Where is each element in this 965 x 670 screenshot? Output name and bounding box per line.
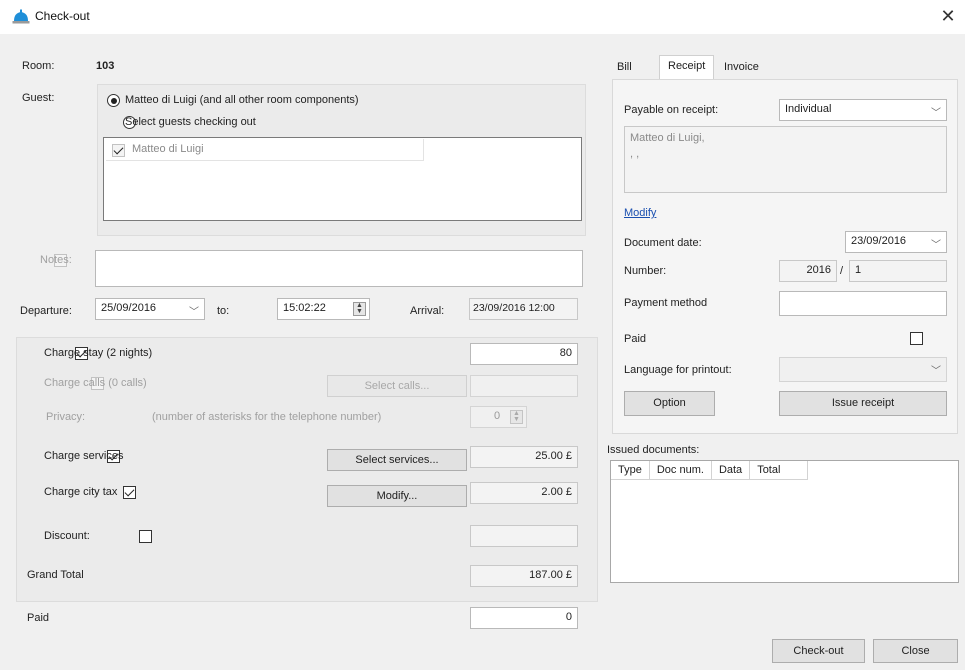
window-title: Check-out [35, 9, 90, 23]
payment-method-field[interactable] [779, 291, 947, 316]
option-button[interactable]: Option [624, 391, 715, 416]
radio-all-guests[interactable] [107, 94, 120, 107]
guest-name: Matteo di Luigi [132, 143, 204, 155]
payee-line-2: , , [630, 148, 640, 160]
chevron-down-icon: ﹀ [189, 307, 199, 318]
list-item[interactable]: Matteo di Luigi [106, 139, 424, 161]
charge-calls-field [470, 375, 578, 397]
charge-city-tax-field: 2.00 £ [470, 482, 578, 504]
receipt-paid-label: Paid [624, 333, 647, 345]
privacy-stepper[interactable]: 0 ▲ ▼ [470, 406, 527, 428]
time-spinner-icon[interactable]: ▲ ▼ [353, 302, 366, 316]
room-value: 103 [96, 60, 115, 72]
privacy-label: Privacy: [46, 411, 86, 423]
charge-stay-label: Charge stay (2 nights) [44, 347, 153, 359]
number-label: Number: [624, 265, 667, 277]
charge-services-field: 25.00 £ [470, 446, 578, 468]
grand-total-label: Grand Total [27, 569, 84, 581]
check-out-button[interactable]: Check-out [772, 639, 865, 663]
chevron-down-icon: ﹀ [931, 240, 941, 251]
discount-checkbox[interactable] [139, 530, 153, 543]
charge-calls-label: Charge calls (0 calls) [44, 377, 147, 389]
language-select[interactable]: ﹀ [779, 357, 947, 382]
privacy-hint: (number of asterisks for the telephone n… [152, 411, 382, 423]
departure-time: 15:02:22 [283, 302, 326, 314]
modify-link[interactable]: Modify [624, 207, 656, 219]
tab-bill[interactable]: Bill [609, 57, 640, 79]
departure-time-field[interactable]: 15:02:22 ▲ ▼ [277, 298, 370, 320]
charge-city-tax-checkbox[interactable] [123, 486, 137, 499]
title-bar: Check-out ✕ [0, 0, 965, 34]
departure-label: Departure: [20, 305, 72, 317]
chevron-down-icon: ﹀ [931, 366, 941, 377]
issued-documents-grid: Type Doc num. Data Total [611, 461, 809, 480]
issued-documents-label: Issued documents: [607, 444, 700, 456]
discount-field [470, 525, 578, 547]
tab-receipt[interactable]: Receipt [659, 55, 715, 80]
chevron-down-icon: ﹀ [931, 108, 941, 119]
arrival-field: 23/09/2016 12:00 [469, 298, 578, 320]
number-year-field: 2016 [779, 260, 837, 282]
paid-field[interactable]: 0 [470, 607, 578, 629]
payee-box: Matteo di Luigi, , , [624, 126, 947, 193]
notes-field[interactable] [95, 250, 583, 287]
radio-select-guests-label: Select guests checking out [125, 116, 256, 128]
departure-date-picker[interactable]: 25/09/2016 ﹀ [95, 298, 205, 320]
column-type[interactable]: Type [611, 461, 650, 480]
guest-list[interactable]: Matteo di Luigi [103, 137, 582, 221]
discount-label: Discount: [44, 530, 90, 542]
receipt-paid-checkbox[interactable] [909, 332, 923, 345]
number-field: 1 [849, 260, 947, 282]
column-data[interactable]: Data [711, 461, 751, 480]
select-services-button[interactable]: Select services... [327, 449, 467, 471]
guest-label: Guest: [22, 92, 55, 104]
charge-services-label: Charge services [44, 450, 124, 462]
tab-invoice[interactable]: Invoice [716, 57, 767, 79]
privacy-value: 0 [494, 410, 501, 422]
column-doc-num[interactable]: Doc num. [649, 461, 712, 480]
payee-line-1: Matteo di Luigi, [630, 132, 705, 144]
payment-method-label: Payment method [624, 297, 708, 309]
issued-documents-table[interactable]: Type Doc num. Data Total [610, 460, 959, 583]
close-window-button[interactable]: ✕ [938, 6, 958, 26]
charge-city-tax-label: Charge city tax [44, 486, 118, 498]
document-date-label: Document date: [624, 237, 702, 249]
language-label: Language for printout: [624, 364, 732, 376]
number-separator: / [840, 265, 844, 277]
document-date: 23/09/2016 [851, 235, 907, 247]
charge-stay-field[interactable]: 80 [470, 343, 578, 365]
document-date-picker[interactable]: 23/09/2016 ﹀ [845, 231, 947, 253]
to-label: to: [217, 305, 230, 317]
paid-label: Paid [27, 612, 50, 624]
issue-receipt-button[interactable]: Issue receipt [779, 391, 947, 416]
payable-select[interactable]: Individual ﹀ [779, 99, 947, 121]
arrival-label: Arrival: [410, 305, 445, 317]
close-button[interactable]: Close [873, 639, 958, 663]
payable-value: Individual [785, 103, 832, 115]
room-label: Room: [22, 60, 55, 72]
grand-total-field: 187.00 £ [470, 565, 578, 587]
payable-label: Payable on receipt: [624, 104, 719, 116]
departure-date: 25/09/2016 [101, 302, 157, 314]
privacy-spinner-icon[interactable]: ▲ ▼ [510, 410, 523, 424]
select-calls-button[interactable]: Select calls... [327, 375, 467, 397]
modify-city-tax-button[interactable]: Modify... [327, 485, 467, 507]
notes-label: Notes: [40, 254, 72, 266]
column-total[interactable]: Total [749, 461, 809, 480]
radio-all-guests-label: Matteo di Luigi (and all other room comp… [125, 94, 359, 106]
table-header-row: Type Doc num. Data Total [611, 461, 809, 480]
reception-bell-icon [12, 9, 30, 24]
guest-checkbox[interactable] [112, 144, 125, 157]
